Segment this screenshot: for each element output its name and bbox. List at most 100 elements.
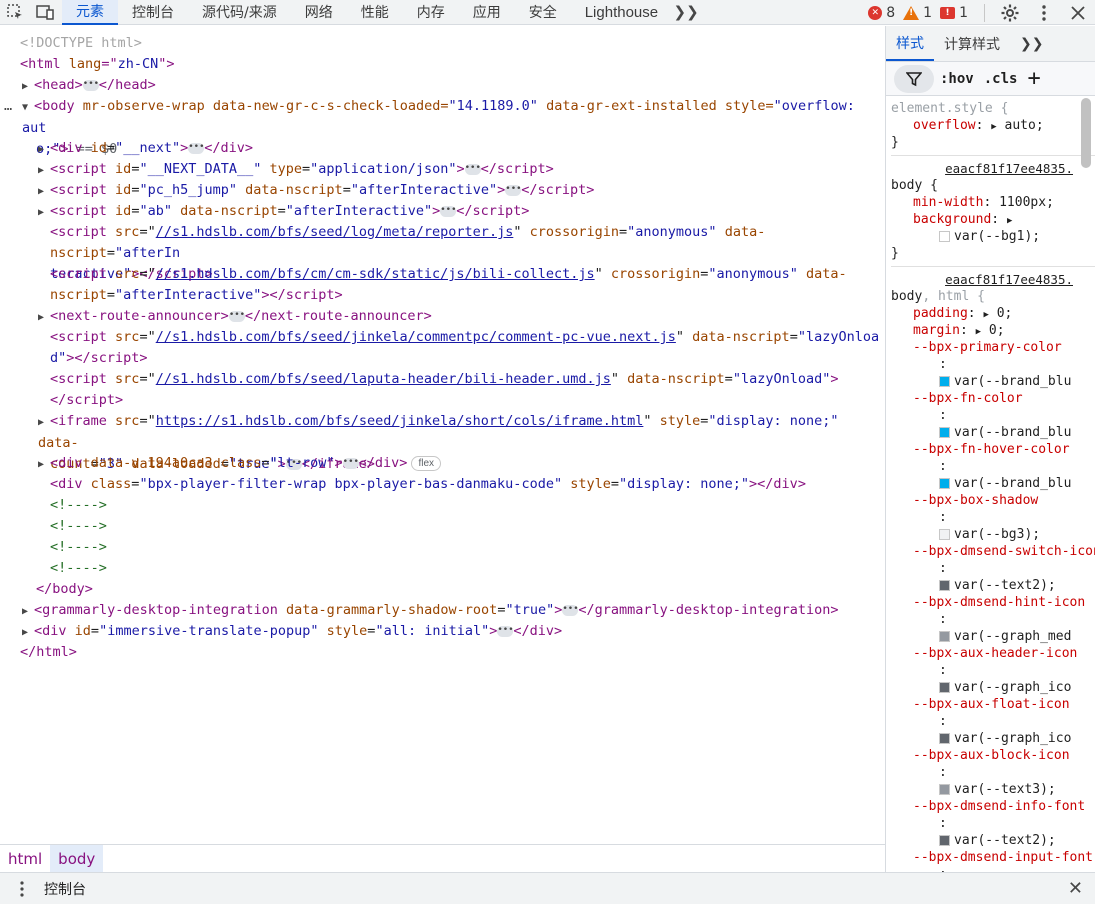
dom-node-iframe[interactable]: ▶ <iframe src="https://s1.hdslb.com/bfs/s… [0, 411, 885, 472]
collapse-arrow-icon[interactable]: ▼ [22, 97, 34, 118]
prop-value[interactable]: 0; [997, 306, 1013, 321]
css-variable-name[interactable]: --bpx-primary-color [891, 339, 1095, 356]
inspect-icon[interactable] [0, 0, 30, 25]
css-variable-name[interactable]: --bpx-dmsend-switch-icon [891, 543, 1095, 560]
dom-node-head[interactable]: ▶ <head>•••</head> [0, 75, 885, 96]
expand-arrow-icon[interactable]: ▶ [38, 139, 50, 160]
ellipsis-icon[interactable]: ••• [562, 604, 579, 616]
color-swatch[interactable] [939, 682, 950, 693]
expand-arrow-icon[interactable]: ▶ [22, 622, 34, 643]
style-property[interactable]: overflow: ▶ auto; [891, 117, 1095, 134]
css-variable-name[interactable]: --bpx-dmsend-info-font [891, 798, 1095, 815]
css-variable-name[interactable]: --bpx-aux-float-icon [891, 696, 1095, 713]
css-variable-value[interactable]: var(--brand_blu [954, 476, 1071, 491]
drawer-menu-icon[interactable] [0, 880, 44, 897]
tab-computed[interactable]: 计算样式 [934, 26, 1010, 61]
tab-5[interactable]: 内存 [403, 0, 459, 25]
dom-node-comment[interactable]: <!----> [0, 516, 885, 537]
prop-value[interactable]: 0; [989, 323, 1005, 338]
css-variable-name[interactable]: --bpx-dmsend-hint-icon [891, 594, 1095, 611]
style-property[interactable]: background: ▶ [891, 211, 1095, 228]
dom-node-body-selected[interactable]: … ▼ <body mr-observe-wrap data-new-gr-c-s… [0, 96, 885, 157]
dom-node-script-bili-collect[interactable]: <script src="//s1.hdslb.com/bfs/cm/cm-sd… [0, 264, 885, 306]
row-options-icon[interactable]: … [4, 96, 12, 117]
css-variable-name[interactable]: --bpx-fn-color [891, 390, 1095, 407]
prop-value[interactable]: auto; [1005, 118, 1044, 133]
dom-node-script-reporter[interactable]: <script src="//s1.hdslb.com/bfs/seed/log… [0, 222, 885, 282]
dom-node-grammarly[interactable]: ▶ <grammarly-desktop-integration data-gra… [0, 600, 885, 621]
expand-arrow-icon[interactable]: ▶ [38, 202, 50, 223]
color-swatch[interactable] [939, 376, 950, 387]
dom-node-script-pc-h5[interactable]: ▶ <script id="pc_h5_jump" data-nscript="a… [0, 180, 885, 201]
ellipsis-icon[interactable]: ••• [464, 163, 481, 175]
ellipsis-icon[interactable]: ••• [228, 310, 245, 322]
style-property[interactable]: padding: ▶ 0; [891, 305, 1095, 322]
expand-arrow-icon[interactable]: ▶ [38, 181, 50, 202]
css-variable-value[interactable]: var(--brand_blu [954, 425, 1071, 440]
dom-node-comment[interactable]: <!----> [0, 537, 885, 558]
css-variable-value[interactable]: var(--text2); [954, 833, 1056, 848]
color-swatch[interactable] [939, 631, 950, 642]
flex-badge[interactable]: flex [411, 455, 442, 471]
tab-1[interactable]: 控制台 [118, 0, 188, 25]
tab-styles[interactable]: 样式 [886, 26, 934, 61]
close-icon[interactable] [1061, 0, 1095, 25]
hov-toggle[interactable]: :hov [940, 71, 974, 87]
dom-node-script-comment[interactable]: <script src="//s1.hdslb.com/bfs/seed/jin… [0, 327, 885, 369]
color-swatch[interactable] [939, 580, 950, 591]
css-variable-value[interactable]: var(--text3); [954, 782, 1056, 797]
css-variable-value[interactable]: var(--brand_blu [954, 374, 1071, 389]
dom-node-div-next[interactable]: ▶ <div id="__next">•••</div> [0, 138, 885, 159]
ellipsis-icon[interactable]: ••• [505, 184, 522, 196]
expand-arrow-icon[interactable]: ▶ [22, 601, 34, 622]
ellipsis-icon[interactable]: ••• [497, 625, 514, 637]
color-swatch[interactable] [939, 478, 950, 489]
tab-8[interactable]: Lighthouse [571, 0, 672, 25]
dom-node-script-next-data[interactable]: ▶ <script id="__NEXT_DATA__" type="applic… [0, 159, 885, 180]
drawer-close-icon[interactable]: ✕ [1068, 878, 1083, 899]
color-swatch[interactable] [939, 733, 950, 744]
prop-value[interactable]: 1100px; [999, 195, 1054, 210]
header-src-link[interactable]: //s1.hdslb.com/bfs/seed/laputa-header/bi… [156, 371, 611, 387]
prop-value[interactable]: var(--bg1); [954, 229, 1040, 244]
tab-4[interactable]: 性能 [347, 0, 403, 25]
ellipsis-icon[interactable]: ••• [440, 205, 457, 217]
color-swatch[interactable] [939, 784, 950, 795]
styles-scrollbar[interactable] [1081, 98, 1091, 168]
css-variable-value[interactable]: var(--graph_ico [954, 680, 1071, 695]
dom-node-script-header[interactable]: <script src="//s1.hdslb.com/bfs/seed/lap… [0, 369, 885, 411]
rule-source-link[interactable]: eaacf81f17ee4835. [891, 271, 1095, 288]
tab-3[interactable]: 网络 [291, 0, 347, 25]
add-rule-icon[interactable]: + [1027, 66, 1040, 91]
dom-node-html[interactable]: <html lang="zh-CN"> [0, 54, 885, 75]
dom-node-html-close[interactable]: </html> [0, 642, 885, 663]
dom-node-script-ab[interactable]: ▶ <script id="ab" data-nscript="afterInte… [0, 201, 885, 222]
breadcrumb-body[interactable]: body [50, 845, 104, 872]
dom-node-lt-row[interactable]: ▶ <div data-v-194a0ca3 class="lt-row">•••… [0, 453, 885, 474]
color-swatch[interactable] [939, 529, 950, 540]
warning-counter[interactable]: ! 1 [903, 5, 932, 21]
tab-6[interactable]: 应用 [459, 0, 515, 25]
more-tabs-icon[interactable]: ❯❯ [672, 3, 700, 21]
error-counter[interactable]: ✕ 8 [868, 5, 895, 21]
css-variable-name[interactable]: --bpx-dmsend-input-font [891, 849, 1095, 866]
dom-node-filter-wrap[interactable]: <div class="bpx-player-filter-wrap bpx-p… [0, 474, 885, 495]
color-swatch[interactable] [939, 835, 950, 846]
ellipsis-icon[interactable]: ••• [188, 142, 205, 154]
expand-arrow-icon[interactable]: ▶ [38, 307, 50, 328]
iframe-src-link[interactable]: https://s1.hdslb.com/bfs/seed/jinkela/sh… [156, 413, 644, 429]
expand-arrow-icon[interactable]: ▶ [38, 454, 50, 475]
css-variable-name[interactable]: --bpx-box-shadow [891, 492, 1095, 509]
device-toggle-icon[interactable] [30, 0, 60, 25]
dom-node-route-announcer[interactable]: ▶ <next-route-announcer>•••</next-route-a… [0, 306, 885, 327]
rule-source-link[interactable]: eaacf81f17ee4835. [891, 160, 1095, 177]
color-swatch[interactable] [939, 427, 950, 438]
dom-node-comment[interactable]: <!----> [0, 495, 885, 516]
dom-node-body-close[interactable]: </body> [0, 579, 885, 600]
tab-0[interactable]: 元素 [62, 0, 118, 25]
style-property[interactable]: min-width: 1100px; [891, 194, 1095, 211]
comment-src-link[interactable]: //s1.hdslb.com/bfs/seed/jinkela/commentp… [156, 329, 676, 345]
css-variable-name[interactable]: --bpx-aux-header-icon [891, 645, 1095, 662]
css-variable-value[interactable]: var(--text2); [954, 578, 1056, 593]
settings-icon[interactable] [993, 0, 1027, 25]
